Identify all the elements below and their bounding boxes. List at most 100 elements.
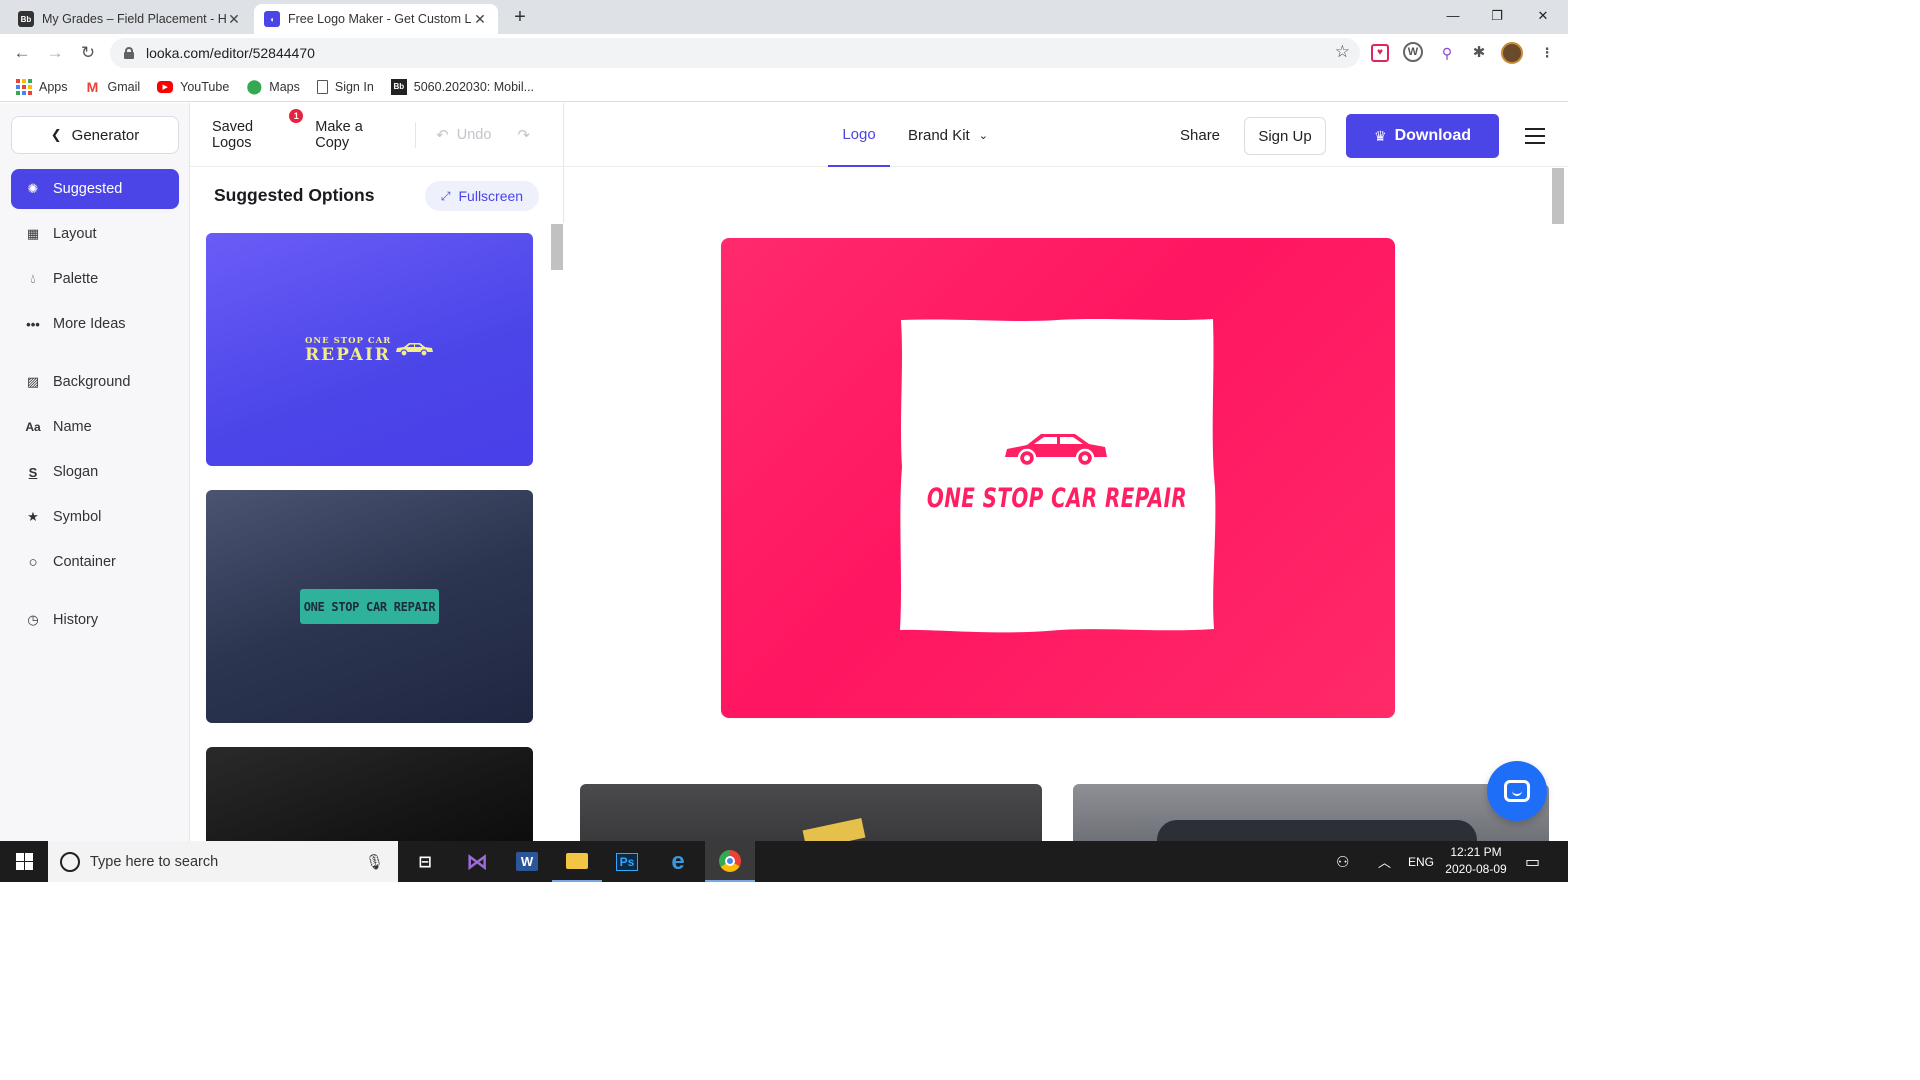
browser-menu-icon[interactable]: ⋮	[1536, 42, 1558, 64]
fullscreen-label: Fullscreen	[458, 188, 524, 204]
new-tab-icon[interactable]: +	[508, 4, 532, 30]
visual-studio-icon[interactable]: ⋈	[452, 841, 502, 882]
close-tab-icon[interactable]: ✕	[472, 11, 488, 28]
minimize-window-icon[interactable]: —	[1430, 0, 1476, 32]
extensions-puzzle-icon[interactable]: ✱	[1468, 42, 1490, 64]
bulb-icon: ✺	[27, 181, 39, 196]
expand-icon: ⤢	[440, 188, 451, 203]
sidebar-item-label: More Ideas	[53, 316, 126, 332]
hamburger-menu-icon[interactable]	[1525, 128, 1545, 144]
reload-icon[interactable]: ↻	[76, 41, 100, 65]
bookmark-star-icon[interactable]: ☆	[1335, 42, 1350, 62]
bookmark-gmail[interactable]: M Gmail	[85, 79, 141, 95]
gold-card-shape	[802, 817, 866, 841]
sidebar-item-layout[interactable]: ▦ Layout	[11, 214, 179, 254]
bookmark-apps[interactable]: Apps	[16, 78, 68, 95]
undo-label: Undo	[456, 126, 492, 143]
mockup-card-device[interactable]	[1073, 784, 1549, 841]
bookmark-youtube[interactable]: ▶ YouTube	[157, 80, 229, 94]
download-button[interactable]: ♛ Download	[1346, 114, 1499, 158]
chevron-up-icon[interactable]: ︿	[1378, 841, 1391, 882]
microphone-icon[interactable]: 🎙︎	[365, 853, 384, 871]
tab-logo[interactable]: Logo	[828, 103, 890, 167]
chevron-down-icon: ⌄	[978, 129, 988, 142]
slogan-icon: S	[28, 464, 38, 480]
option-card-purple[interactable]: ONE STOP CAR REPAIR	[206, 233, 533, 466]
brand-kit-dropdown[interactable]: Brand Kit ⌄	[908, 103, 988, 167]
editor-sidebar: ❮ Generator ✺ Suggested ▦ Layout 💧︎ Pale…	[0, 103, 190, 841]
crown-icon: ♛	[1374, 127, 1387, 144]
redo-icon: ↷	[517, 126, 530, 144]
profile-avatar[interactable]	[1501, 42, 1523, 64]
logo-preview[interactable]: ONE STOP CAR REPAIR	[721, 238, 1395, 718]
sidebar-item-name[interactable]: Aa Name	[11, 407, 179, 447]
sidebar-item-palette[interactable]: 💧︎ Palette	[11, 259, 179, 299]
undo-button[interactable]: ↶ Undo	[436, 126, 491, 144]
bookmark-blackboard[interactable]: Bb 5060.202030: Mobil...	[390, 78, 534, 95]
hatch-icon: ▨	[26, 374, 40, 389]
generator-button[interactable]: ❮ Generator	[11, 116, 179, 154]
option-card-text: ONE STOP CAR REPAIR	[300, 589, 439, 624]
options-scroll-thumb[interactable]	[551, 224, 563, 270]
notifications-icon[interactable]: ▭	[1525, 841, 1540, 882]
sidebar-item-history[interactable]: ◷ History	[11, 600, 179, 640]
sign-up-button[interactable]: Sign Up	[1244, 117, 1326, 155]
browser-tab-grades[interactable]: Bb My Grades – Field Placement - H ✕	[8, 4, 252, 34]
mockup-card-business[interactable]	[580, 784, 1042, 841]
cortana-ring-icon	[60, 851, 80, 872]
option-card-navy[interactable]: ONE STOP CAR REPAIR	[206, 490, 533, 723]
people-icon[interactable]: ⚇	[1336, 841, 1349, 882]
sidebar-item-symbol[interactable]: ★ Symbol	[11, 497, 179, 537]
chrome-icon[interactable]	[705, 841, 755, 882]
sidebar-item-label: Suggested	[53, 181, 123, 197]
saved-logos-link[interactable]: Saved Logos 1	[212, 108, 304, 151]
clock-date: 2020-08-09	[1445, 862, 1507, 876]
preview-scroll-thumb[interactable]	[1552, 168, 1564, 224]
close-tab-icon[interactable]: ✕	[226, 11, 242, 28]
photoshop-icon[interactable]: Ps	[602, 841, 652, 882]
youtube-icon: ▶	[157, 80, 174, 93]
bookmarks-bar: Apps M Gmail ▶ YouTube ⬤ Maps Sign In Bb…	[0, 72, 1568, 102]
back-arrow-icon[interactable]: ←	[10, 41, 34, 65]
chat-launcher-button[interactable]	[1487, 761, 1547, 821]
windows-start-button[interactable]	[0, 841, 48, 882]
sidebar-item-slogan[interactable]: S Slogan	[11, 452, 179, 492]
language-indicator[interactable]: ENG	[1408, 841, 1434, 882]
browser-tab-strip: Bb My Grades – Field Placement - H ✕ ◖ F…	[0, 0, 1568, 34]
browser-tab-looka[interactable]: ◖ Free Logo Maker - Get Custom L ✕	[254, 4, 498, 34]
sidebar-item-background[interactable]: ▨ Background	[11, 362, 179, 402]
blackboard-icon: Bb	[390, 78, 407, 95]
wordpress-extension-icon[interactable]: W	[1403, 42, 1423, 62]
sidebar-item-label: Slogan	[53, 464, 99, 480]
taskbar-search-box[interactable]: Type here to search 🎙︎	[48, 841, 398, 882]
bookmark-sign-in[interactable]: Sign In	[316, 79, 374, 94]
options-scrollbar[interactable]	[550, 223, 564, 841]
restore-window-icon[interactable]: ❐	[1474, 0, 1520, 32]
forward-arrow-icon[interactable]: →	[43, 41, 67, 65]
task-view-icon[interactable]: ⊟	[400, 841, 450, 882]
bookmark-maps[interactable]: ⬤ Maps	[246, 78, 299, 95]
internet-explorer-icon[interactable]: e	[653, 841, 703, 882]
sidebar-item-label: Container	[53, 554, 116, 570]
taskbar-clock[interactable]: 12:21 PM 2020-08-09	[1440, 844, 1512, 878]
make-copy-link[interactable]: Make a Copy	[315, 119, 395, 151]
sidebar-item-label: Background	[53, 374, 131, 390]
looka-editor: ❮ Generator ✺ Suggested ▦ Layout 💧︎ Pale…	[0, 103, 1568, 867]
url-field[interactable]: looka.com/editor/52844470 ☆	[110, 38, 1360, 68]
word-icon[interactable]: W	[502, 841, 552, 882]
sidebar-item-container[interactable]: ○ Container	[11, 542, 179, 582]
file-explorer-icon[interactable]	[552, 841, 602, 882]
fullscreen-button[interactable]: ⤢ Fullscreen	[425, 181, 539, 211]
redo-button[interactable]: ↷	[517, 126, 538, 144]
sidebar-item-suggested[interactable]: ✺ Suggested	[11, 169, 179, 209]
pocket-extension-icon[interactable]: ♥	[1371, 44, 1389, 62]
address-bar-row: ← → ↻ looka.com/editor/52844470 ☆ ♥ W ⚲ …	[0, 34, 1568, 72]
search-placeholder: Type here to search	[90, 853, 219, 870]
maps-pin-icon: ⬤	[246, 78, 263, 94]
search-extension-icon[interactable]: ⚲	[1436, 42, 1458, 64]
share-button[interactable]: Share	[1180, 103, 1220, 167]
close-window-icon[interactable]: ✕	[1520, 0, 1566, 32]
blackboard-icon: Bb	[18, 11, 34, 27]
sidebar-item-more-ideas[interactable]: ••• More Ideas	[11, 304, 179, 344]
star-icon: ★	[27, 509, 39, 524]
